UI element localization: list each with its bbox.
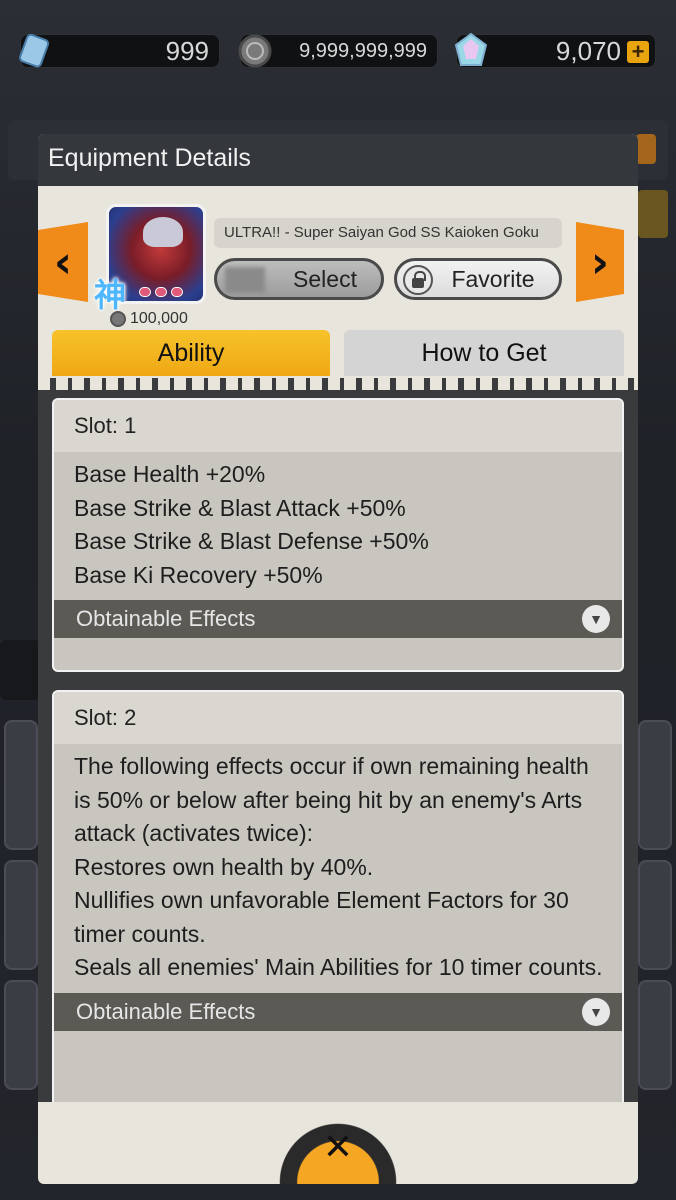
chevron-right-icon: › [590, 236, 610, 288]
next-arrow-button[interactable]: › [576, 222, 624, 302]
bg-card [638, 980, 672, 1090]
chevron-down-icon: ▼ [582, 605, 610, 633]
cost-value: 100,000 [130, 310, 188, 327]
add-crystals-button[interactable]: + [627, 41, 649, 63]
ticket-counter: 999 [19, 33, 220, 68]
slot-effects: The following effects occur if own remai… [54, 744, 622, 993]
ticket-icon [19, 33, 50, 68]
effect-line: Nullifies own unfavorable Element Factor… [74, 887, 569, 947]
modal-title: Equipment Details [48, 144, 251, 172]
obtainable-effects-toggle[interactable]: Obtainable Effects ▼ [54, 992, 622, 1031]
favorite-button[interactable]: Favorite [394, 258, 562, 300]
crystal-counter: 9,070 + [454, 32, 656, 68]
bg-card [4, 720, 38, 850]
bg-card [4, 860, 38, 970]
chevron-left-icon: ‹ [53, 236, 73, 288]
select-icon [225, 267, 265, 293]
slot-title: Slot: 2 [54, 692, 622, 744]
bg-gold-tab [638, 190, 668, 238]
portrait-hair [143, 217, 183, 247]
effect-line: Base Strike & Blast Attack +50% [74, 494, 406, 521]
slot-title: Slot: 1 [54, 400, 622, 452]
lock-icon [403, 265, 433, 295]
crystal-count: 9,070 [555, 36, 621, 66]
obtainable-effects-toggle[interactable]: Obtainable Effects ▼ [54, 600, 622, 638]
prev-arrow-button[interactable]: ‹ [38, 222, 88, 302]
obtainable-label: Obtainable Effects [76, 606, 256, 631]
zeni-counter: 9,999,999,999 [238, 34, 438, 68]
character-name: ULTRA!! - Super Saiyan God SS Kaioken Go… [214, 218, 562, 248]
chevron-down-icon: ▼ [582, 997, 610, 1026]
ticket-count: 999 [165, 36, 209, 66]
close-icon: ✕ [322, 1127, 354, 1168]
select-button[interactable]: Select [214, 258, 384, 300]
equipment-cost: 100,000 [110, 310, 188, 328]
select-label: Select [293, 265, 357, 292]
equipment-details-modal: Equipment Details ‹ › 神 100,000 ULTRA!! … [38, 134, 638, 1184]
star-icon [155, 287, 167, 297]
zeni-coin-icon [110, 311, 126, 327]
effect-line: Base Ki Recovery +50% [74, 561, 323, 588]
close-button[interactable]: ✕ [258, 1106, 418, 1184]
effect-line: Base Health +20% [74, 461, 266, 487]
tab-how-to-get[interactable]: How to Get [344, 330, 624, 376]
god-badge-icon: 神 [94, 276, 127, 314]
ability-content[interactable]: Slot: 1 Base Health +20% Base Strike & B… [38, 378, 638, 1102]
effect-line: Seals all enemies' Main Abilities for 10… [74, 954, 603, 980]
rarity-stars [139, 287, 183, 297]
favorite-label: Favorite [451, 265, 535, 292]
zeni-coin-icon [238, 34, 272, 68]
zeni-count: 9,999,999,999 [299, 40, 427, 62]
bg-orange-badge [636, 134, 656, 164]
tab-ability[interactable]: Ability [52, 330, 330, 376]
star-icon [171, 287, 183, 297]
effect-line: Restores own health by 40%. [74, 853, 374, 880]
slot-card-2: Slot: 2 The following effects occur if o… [52, 690, 624, 1102]
slot-card-1: Slot: 1 Base Health +20% Base Strike & B… [52, 398, 624, 672]
crystal-icon [454, 32, 488, 66]
star-icon [139, 287, 151, 297]
effect-line: The following effects occur if own remai… [74, 753, 589, 846]
slot-effects: Base Health +20% Base Strike & Blast Att… [54, 452, 622, 600]
modal-header: Equipment Details [38, 134, 638, 196]
bg-panel [0, 640, 40, 700]
bg-card [638, 720, 672, 850]
obtainable-label: Obtainable Effects [76, 998, 256, 1024]
effect-line: Base Strike & Blast Defense +50% [74, 528, 429, 554]
bg-card [4, 980, 38, 1090]
bg-card [638, 860, 672, 970]
